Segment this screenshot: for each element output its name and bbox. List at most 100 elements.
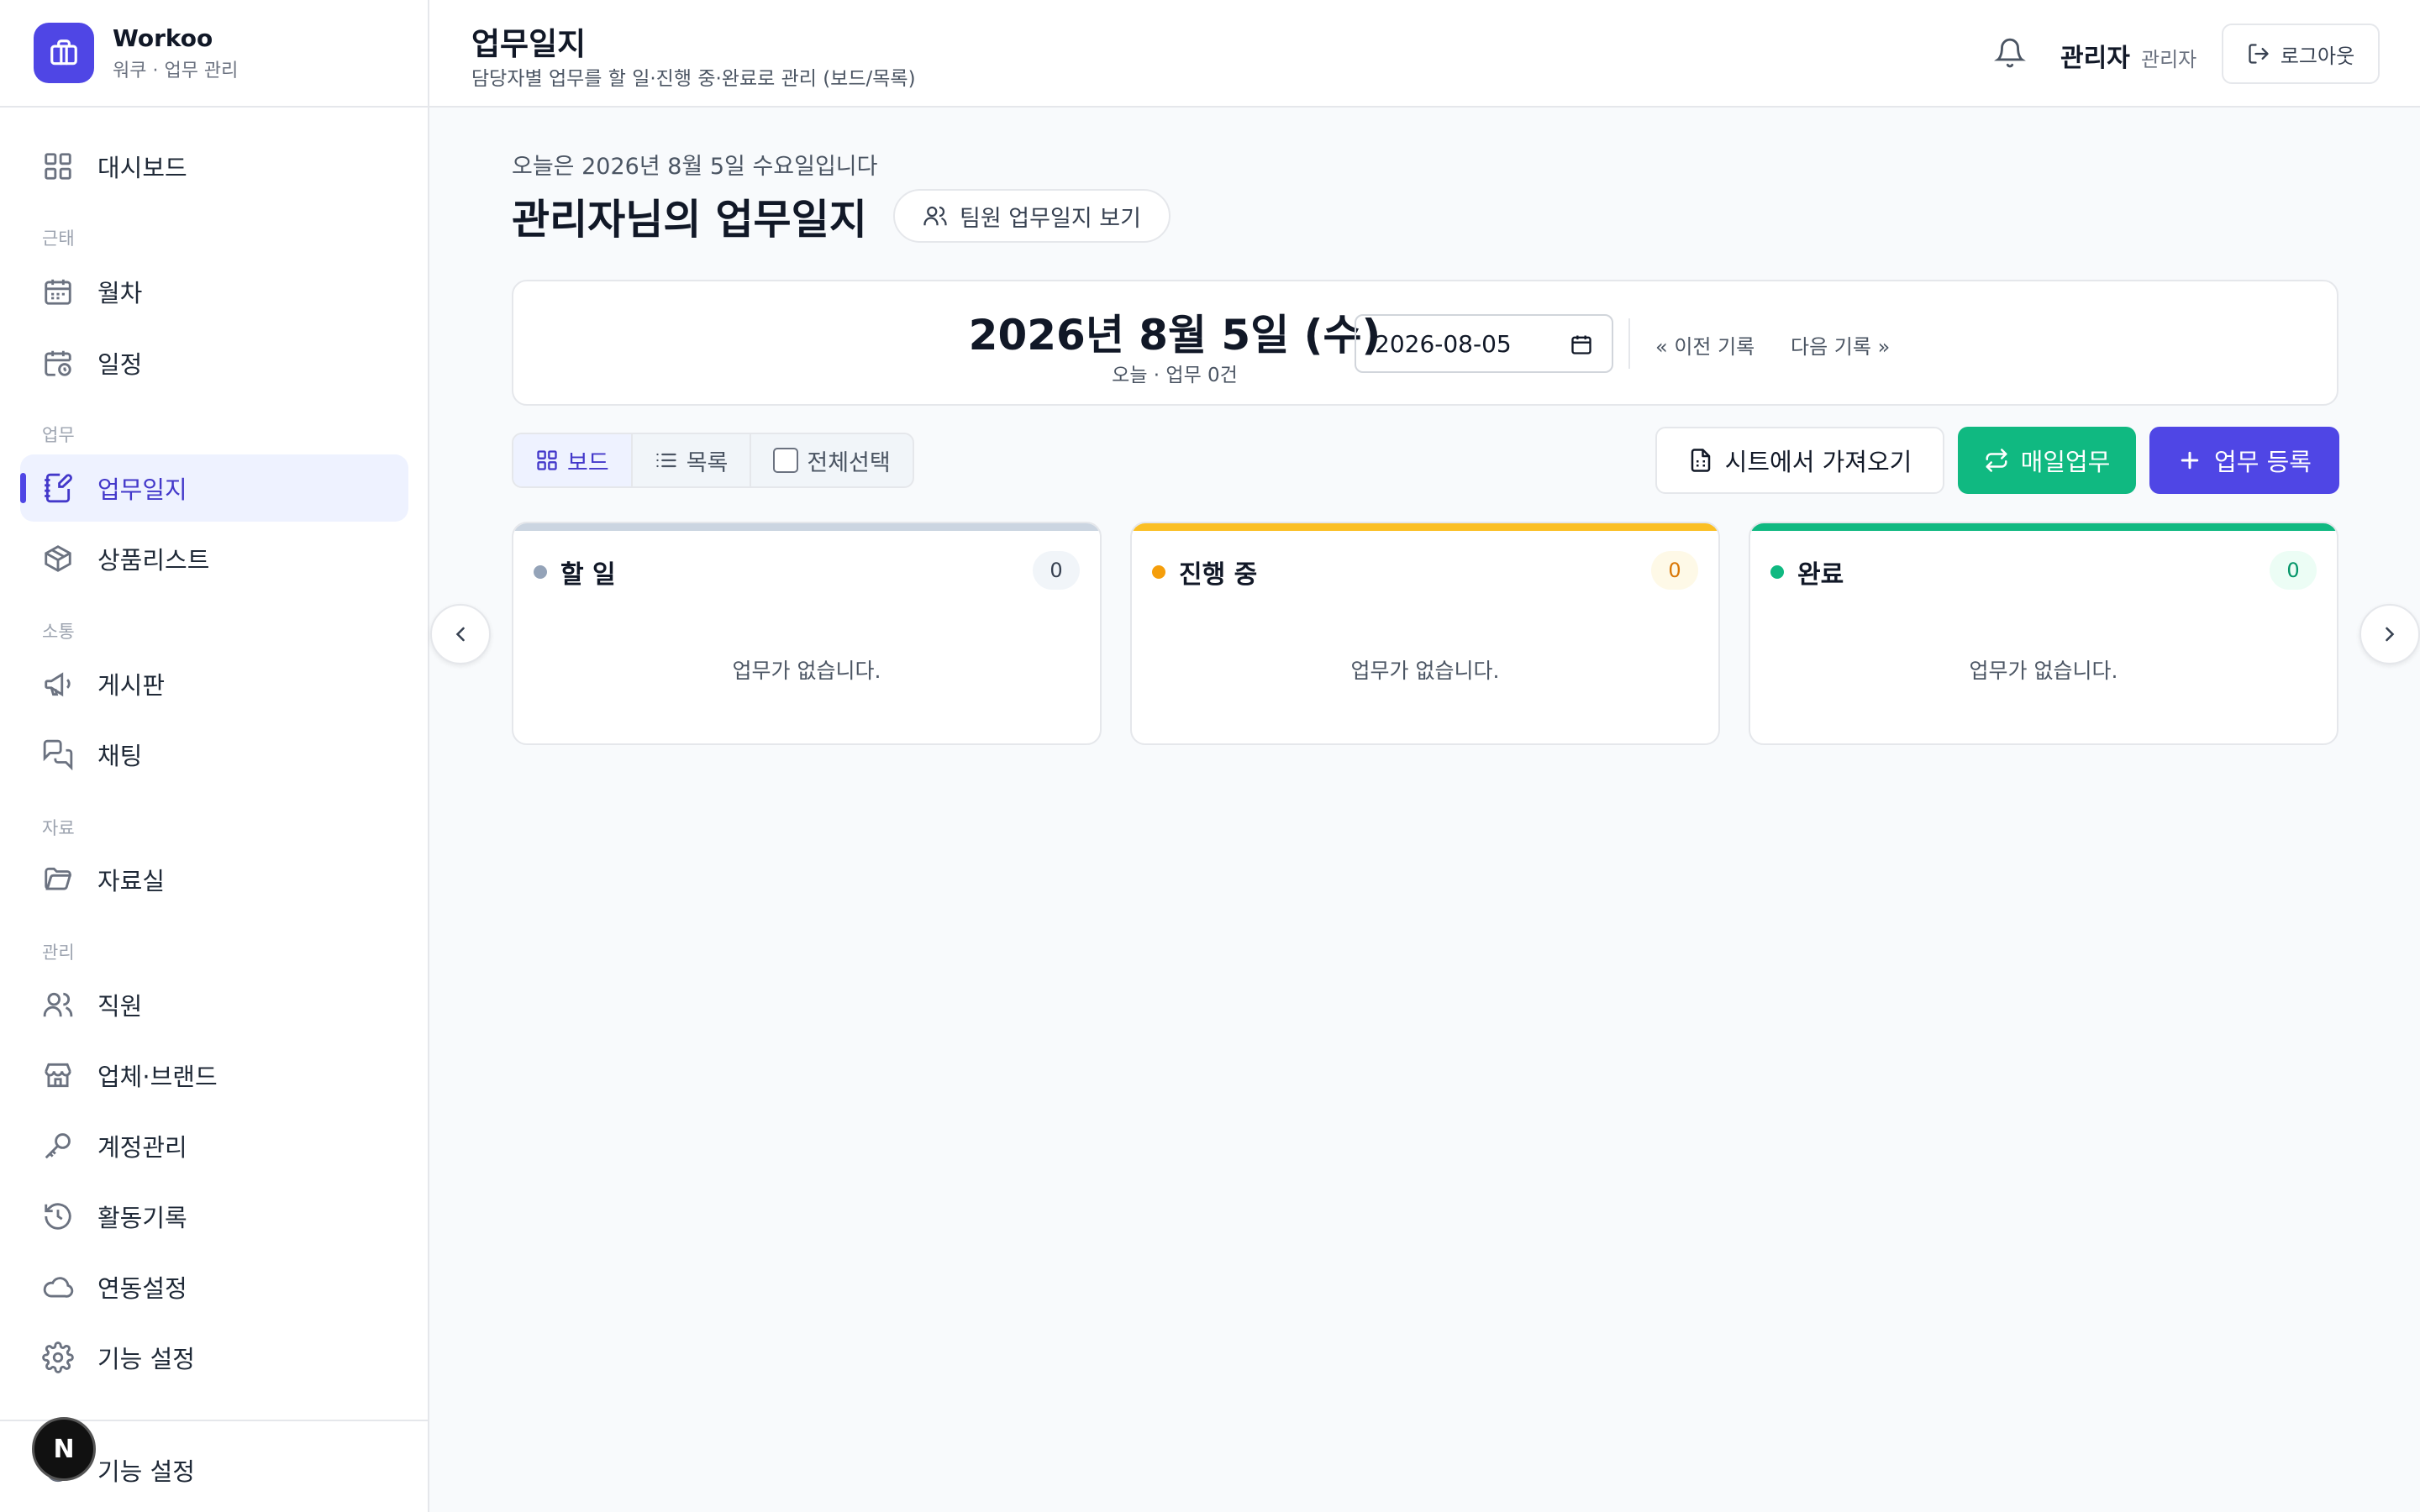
import-from-sheet-button[interactable]: 시트에서 가져오기: [1655, 427, 1944, 494]
nav-section-files: 자료: [42, 818, 75, 838]
sidebar-item-integrations[interactable]: 연동설정: [20, 1253, 408, 1320]
date-navigator: 2026년 8월 5일 (수) 오늘 · 업무 0건 2026-08-05 « …: [512, 280, 2338, 406]
divider: [1628, 318, 1630, 369]
list-view-label: 목록: [686, 449, 729, 476]
calendar-icon: [45, 279, 71, 305]
column-title: 진행 중: [1179, 560, 1258, 590]
sidebar-item-vendors[interactable]: 업체·브랜드: [20, 1042, 408, 1109]
kanban-column-in-progress: 진행 중 0 업무가 없습니다.: [1130, 522, 1720, 745]
scroll-right-button[interactable]: [2360, 604, 2420, 664]
empty-message: 업무가 없습니다.: [1969, 659, 2118, 683]
nav-section-communication: 소통: [42, 622, 75, 642]
folder-icon: [45, 867, 72, 890]
megaphone-icon: [45, 672, 71, 697]
sidebar-item-activity[interactable]: 활동기록: [20, 1183, 408, 1250]
dashboard-icon: [45, 153, 71, 180]
repeat-icon: [1986, 449, 2007, 472]
sidebar-item-label: 일정: [97, 350, 143, 379]
brand[interactable]: Workoo 워쿠 · 업무 관리: [0, 0, 428, 108]
column-count: 0: [1651, 551, 1698, 590]
chevron-left-icon: [455, 627, 465, 642]
sidebar-item-dashboard[interactable]: 대시보드: [20, 133, 408, 200]
board-view-label: 보드: [567, 449, 609, 476]
sidebar-item-label: 연동설정: [97, 1274, 187, 1303]
nav-section-work: 업무: [42, 425, 75, 445]
sidebar-item-products[interactable]: 상품리스트: [20, 525, 408, 592]
column-color-bar: [513, 523, 1100, 531]
column-color-bar: [1132, 523, 1718, 531]
team-worklog-label: 팀원 업무일지 보기: [960, 205, 1141, 232]
nav-section-admin: 관리: [42, 942, 75, 963]
kanban-column-done: 완료 0 업무가 없습니다.: [1749, 522, 2338, 745]
cloud-icon: [43, 1277, 74, 1298]
select-all-checkbox[interactable]: [773, 448, 799, 473]
sidebar-item-label: 상품리스트: [97, 546, 210, 575]
sidebar-item-feature-settings[interactable]: 기능 설정: [20, 1324, 408, 1391]
store-icon: [45, 1063, 71, 1088]
chat-icon: [43, 739, 73, 770]
devtools-badge[interactable]: N: [32, 1417, 96, 1481]
sidebar-item-chat[interactable]: 채팅: [20, 721, 408, 788]
sidebar-item-accounts[interactable]: 계정관리: [20, 1112, 408, 1179]
kanban-column-todo: 할 일 0 업무가 없습니다.: [512, 522, 1102, 745]
page-title: 업무일지: [471, 26, 587, 62]
scroll-left-button[interactable]: [430, 604, 491, 664]
file-sheet-icon: [1691, 449, 1710, 472]
brand-subtitle: 워쿠 · 업무 관리: [113, 60, 239, 81]
sidebar-item-label: 채팅: [97, 742, 143, 770]
sidebar-item-library[interactable]: 자료실: [20, 846, 408, 913]
sidebar-item-label: 기능 설정: [97, 1345, 195, 1373]
import-label: 시트에서 가져오기: [1724, 448, 1912, 476]
sidebar-item-label: 활동기록: [97, 1204, 187, 1232]
column-title: 완료: [1797, 560, 1844, 590]
view-toggle: 보드 목록 전체선택: [512, 433, 914, 488]
previous-record-link[interactable]: « 이전 기록: [1655, 330, 1754, 360]
page-subtitle: 담당자별 업무를 할 일·진행 중·완료로 관리 (보드/목록): [471, 68, 916, 90]
key-icon: [45, 1133, 71, 1159]
team-worklog-button[interactable]: 팀원 업무일지 보기: [893, 189, 1171, 243]
sidebar-item-label: 기능 설정: [97, 1457, 195, 1486]
add-task-button[interactable]: 업무 등록: [2149, 427, 2339, 494]
date-picker-input[interactable]: 2026-08-05: [1355, 314, 1613, 373]
status-dot: [534, 565, 547, 579]
top-header: 업무일지 담당자별 업무를 할 일·진행 중·완료로 관리 (보드/목록) 관리…: [429, 0, 2420, 108]
sidebar-item-staff[interactable]: 직원: [20, 971, 408, 1038]
column-title: 할 일: [560, 560, 616, 590]
select-all-label: 전체선택: [807, 449, 891, 476]
add-task-label: 업무 등록: [2214, 448, 2312, 476]
column-count: 0: [1033, 551, 1080, 590]
chevron-right-icon: [2386, 627, 2395, 642]
list-icon: [656, 453, 676, 468]
sidebar-item-schedule[interactable]: 일정: [20, 329, 408, 396]
date-summary: 오늘 · 업무 0건: [1112, 365, 1238, 386]
sidebar-item-label: 게시판: [97, 671, 166, 700]
sidebar-item-leave[interactable]: 월차: [20, 258, 408, 325]
column-color-bar: [1750, 523, 2337, 531]
brand-name: Workoo: [113, 24, 213, 52]
list-view-button[interactable]: 목록: [633, 434, 752, 486]
sidebar-item-label: 대시보드: [97, 154, 187, 182]
calendar-clock-icon: [45, 350, 71, 376]
logout-label: 로그아웃: [2280, 44, 2355, 68]
sidebar-item-label: 직원: [97, 992, 143, 1021]
sidebar-item-label: 월차: [97, 279, 143, 307]
empty-message: 업무가 없습니다.: [732, 659, 881, 683]
briefcase-icon: [34, 23, 94, 83]
calendar-icon[interactable]: [1570, 333, 1593, 356]
history-icon: [45, 1203, 71, 1230]
select-all-toggle[interactable]: 전체선택: [751, 434, 912, 486]
user-role: 관리자: [2141, 48, 2197, 71]
sidebar-item-worklog[interactable]: 업무일지: [20, 454, 408, 522]
status-dot: [1770, 565, 1784, 579]
date-value: 2026-08-05: [1375, 329, 1512, 358]
grid-icon: [537, 450, 557, 470]
selected-date: 2026년 8월 5일 (수): [968, 311, 1381, 360]
logout-button[interactable]: 로그아웃: [2222, 24, 2380, 84]
next-record-link[interactable]: 다음 기록 »: [1791, 330, 1890, 360]
sidebar-item-label: 업무일지: [97, 475, 187, 504]
sidebar-item-label: 계정관리: [97, 1133, 187, 1162]
sidebar-item-board[interactable]: 게시판: [20, 650, 408, 717]
bell-icon[interactable]: [1994, 37, 2026, 69]
board-view-button[interactable]: 보드: [513, 434, 633, 486]
daily-tasks-button[interactable]: 매일업무: [1958, 427, 2136, 494]
